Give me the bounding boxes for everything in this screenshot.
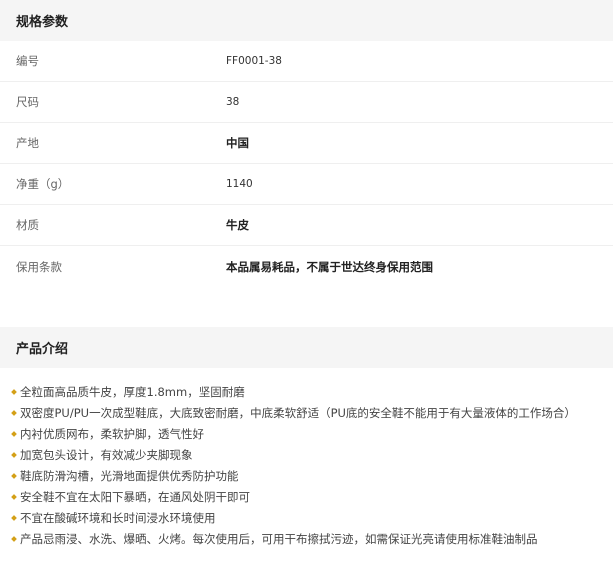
list-item: 不宜在酸碱环境和长时间浸水环境使用: [11, 507, 613, 528]
list-item: 产品忌雨浸、水洗、爆晒、火烤。每次使用后，可用干布擦拭污迹，如需保证光亮请使用标…: [11, 528, 613, 549]
spec-value: FF0001-38: [226, 55, 282, 67]
spec-label: 编号: [16, 54, 39, 68]
spec-row-origin: 产地 中国: [0, 123, 613, 164]
diamond-bullet-icon: [11, 493, 17, 500]
list-item-text: 不宜在酸碱环境和长时间浸水环境使用: [20, 510, 216, 525]
list-item-text: 鞋底防滑沟槽，光滑地面提供优秀防护功能: [20, 468, 239, 483]
specs-title: 规格参数: [0, 0, 613, 41]
spec-value: 本品属易耗品，不属于世达终身保用范围: [226, 259, 433, 274]
diamond-bullet-icon: [11, 388, 17, 395]
spec-label: 产地: [16, 136, 39, 150]
spec-row-code: 编号 FF0001-38: [0, 41, 613, 82]
diamond-bullet-icon: [11, 451, 17, 458]
diamond-bullet-icon: [11, 535, 17, 542]
list-item: 内衬优质网布，柔软护脚，透气性好: [11, 423, 613, 444]
list-item: 加宽包头设计，有效减少夹脚现象: [11, 444, 613, 465]
spec-label: 材质: [16, 218, 39, 232]
list-item-text: 双密度PU/PU一次成型鞋底，大底致密耐磨，中底柔软舒适（PU底的安全鞋不能用于…: [20, 405, 576, 420]
spec-row-material: 材质 牛皮: [0, 205, 613, 246]
spec-row-size: 尺码 38: [0, 82, 613, 123]
list-item: 鞋底防滑沟槽，光滑地面提供优秀防护功能: [11, 465, 613, 486]
list-item-text: 安全鞋不宜在太阳下暴晒，在通风处阴干即可: [20, 489, 250, 504]
diamond-bullet-icon: [11, 430, 17, 437]
spec-label: 净重（g）: [16, 177, 70, 191]
diamond-bullet-icon: [11, 409, 17, 416]
specs-section: 规格参数 编号 FF0001-38 尺码 38 产地 中国 净重（g） 1140…: [0, 0, 613, 287]
list-item: 双密度PU/PU一次成型鞋底，大底致密耐磨，中底柔软舒适（PU底的安全鞋不能用于…: [11, 402, 613, 423]
intro-list: 全粒面高品质牛皮，厚度1.8mm，坚固耐磨 双密度PU/PU一次成型鞋底，大底致…: [0, 368, 613, 549]
spec-value: 1140: [226, 178, 253, 190]
diamond-bullet-icon: [11, 472, 17, 479]
spec-value: 38: [226, 96, 240, 108]
spec-row-warranty: 保用条款 本品属易耗品，不属于世达终身保用范围: [0, 246, 613, 287]
spec-value: 中国: [226, 136, 249, 150]
list-item-text: 加宽包头设计，有效减少夹脚现象: [20, 447, 193, 462]
list-item-text: 全粒面高品质牛皮，厚度1.8mm，坚固耐磨: [20, 384, 245, 399]
list-item: 全粒面高品质牛皮，厚度1.8mm，坚固耐磨: [11, 381, 613, 402]
spec-row-weight: 净重（g） 1140: [0, 164, 613, 205]
list-item: 安全鞋不宜在太阳下暴晒，在通风处阴干即可: [11, 486, 613, 507]
spec-value: 牛皮: [226, 218, 249, 232]
spec-label: 尺码: [16, 95, 39, 109]
diamond-bullet-icon: [11, 514, 17, 521]
list-item-text: 产品忌雨浸、水洗、爆晒、火烤。每次使用后，可用干布擦拭污迹，如需保证光亮请使用标…: [20, 531, 538, 546]
list-item-text: 内衬优质网布，柔软护脚，透气性好: [20, 426, 204, 441]
intro-title: 产品介绍: [0, 327, 613, 368]
spec-label: 保用条款: [16, 259, 62, 274]
specs-table: 编号 FF0001-38 尺码 38 产地 中国 净重（g） 1140 材质 牛…: [0, 41, 613, 287]
intro-section: 产品介绍 全粒面高品质牛皮，厚度1.8mm，坚固耐磨 双密度PU/PU一次成型鞋…: [0, 327, 613, 549]
